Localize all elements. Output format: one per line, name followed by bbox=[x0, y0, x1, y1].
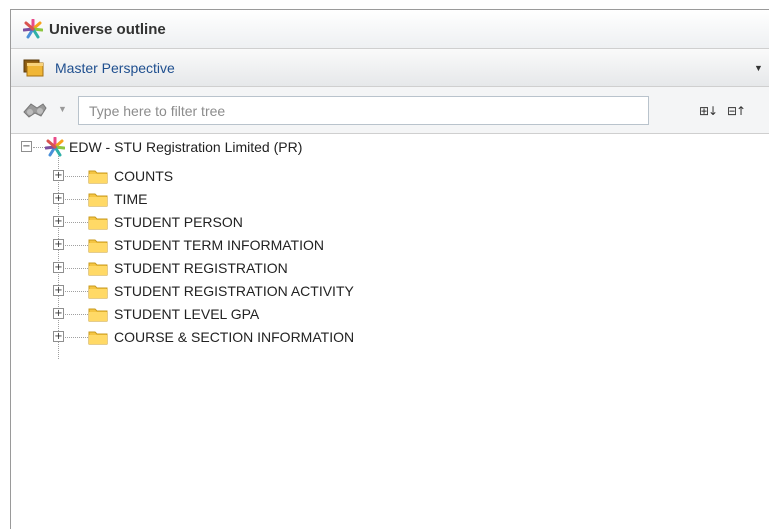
binoculars-dropdown-icon[interactable]: ▼ bbox=[58, 104, 67, 114]
tree-folder-label: STUDENT REGISTRATION bbox=[114, 260, 288, 276]
tree-connector bbox=[33, 147, 45, 148]
filter-toolbar: ▼ ⊞↓ ⊟↑ bbox=[11, 87, 769, 134]
universe-icon bbox=[44, 136, 66, 162]
expand-toggle[interactable]: + bbox=[53, 262, 64, 273]
tree-folder-label: STUDENT LEVEL GPA bbox=[114, 306, 260, 322]
expand-toggle[interactable]: + bbox=[53, 239, 64, 250]
folder-icon bbox=[88, 191, 108, 212]
tree-folder-item[interactable]: + COUNTS bbox=[11, 165, 611, 187]
folder-icon bbox=[88, 214, 108, 235]
perspective-icon bbox=[23, 58, 45, 78]
tree-folder-item[interactable]: + STUDENT REGISTRATION ACTIVITY bbox=[11, 280, 611, 302]
universe-icon bbox=[22, 18, 44, 39]
panel-header: Universe outline bbox=[11, 10, 769, 49]
perspective-selector[interactable]: Master Perspective ▼ bbox=[11, 49, 769, 87]
tree-folder-label: TIME bbox=[114, 191, 148, 207]
tree-folder-label: STUDENT TERM INFORMATION bbox=[114, 237, 324, 253]
folder-icon bbox=[88, 306, 108, 327]
universe-tree: − EDW - STU Registration Limited (PR) + bbox=[11, 136, 769, 526]
folder-icon bbox=[88, 237, 108, 258]
chevron-down-icon[interactable]: ▼ bbox=[754, 63, 763, 73]
expand-toggle[interactable]: + bbox=[53, 331, 64, 342]
tree-folder-item[interactable]: + STUDENT LEVEL GPA bbox=[11, 303, 611, 325]
expand-toggle[interactable]: + bbox=[53, 216, 64, 227]
tree-folder-label: COURSE & SECTION INFORMATION bbox=[114, 329, 355, 345]
tree-folder-item[interactable]: + STUDENT PERSON bbox=[11, 211, 611, 233]
tree-folder-label: COUNTS bbox=[114, 168, 174, 184]
folder-icon bbox=[88, 283, 108, 304]
expand-all-icon[interactable]: ⊞↓ bbox=[699, 104, 718, 118]
tree-root-node[interactable]: − EDW - STU Registration Limited (PR) bbox=[11, 136, 611, 158]
collapse-all-icon[interactable]: ⊟↑ bbox=[727, 104, 746, 118]
filter-tree-input[interactable] bbox=[78, 96, 649, 125]
folder-icon bbox=[88, 329, 108, 350]
tree-folder-item[interactable]: + STUDENT REGISTRATION bbox=[11, 257, 611, 279]
collapse-toggle[interactable]: − bbox=[21, 141, 32, 152]
binoculars-icon[interactable] bbox=[21, 100, 49, 125]
panel-title: Universe outline bbox=[49, 20, 166, 38]
perspective-label: Master Perspective bbox=[55, 59, 175, 76]
expand-toggle[interactable]: + bbox=[53, 285, 64, 296]
tree-folder-item[interactable]: + COURSE & SECTION INFORMATION bbox=[11, 326, 611, 348]
tree-folder-label: STUDENT PERSON bbox=[114, 214, 243, 230]
tree-folder-label: STUDENT REGISTRATION ACTIVITY bbox=[114, 283, 354, 299]
expand-toggle[interactable]: + bbox=[53, 170, 64, 181]
expand-toggle[interactable]: + bbox=[53, 308, 64, 319]
folder-icon bbox=[88, 168, 108, 189]
folder-icon bbox=[88, 260, 108, 281]
tree-folder-item[interactable]: + STUDENT TERM INFORMATION bbox=[11, 234, 611, 256]
expand-toggle[interactable]: + bbox=[53, 193, 64, 204]
tree-root-label: EDW - STU Registration Limited (PR) bbox=[69, 139, 303, 155]
tree-folder-item[interactable]: + TIME bbox=[11, 188, 611, 210]
universe-outline-panel: Universe outline Master Perspective ▼ ▼ … bbox=[10, 9, 769, 529]
